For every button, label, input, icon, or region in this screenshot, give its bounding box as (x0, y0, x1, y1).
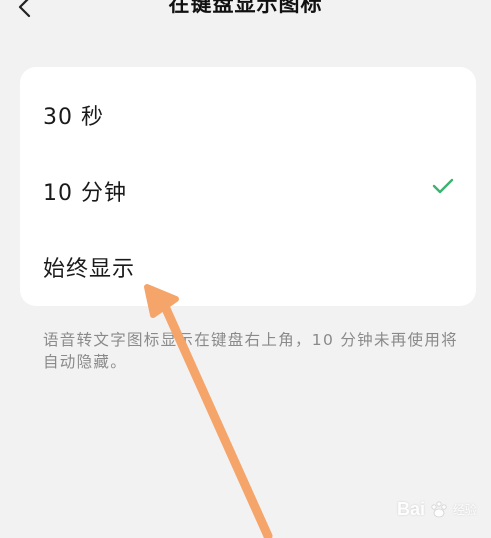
options-card: 30 秒 10 分钟 始终显示 (20, 67, 476, 306)
description-text: 语音转文字图标显示在键盘右上角，10 分钟未再使用将自动隐藏。 (43, 331, 458, 371)
option-label: 30 秒 (43, 105, 104, 130)
option-30-seconds[interactable]: 30 秒 (20, 75, 476, 151)
watermark: Bai 经验 (397, 499, 477, 520)
paw-icon (431, 500, 447, 517)
option-always-show[interactable]: 始终显示 (20, 227, 476, 303)
watermark-sub: 经验 (452, 503, 477, 517)
option-10-minutes[interactable]: 10 分钟 (20, 151, 476, 227)
option-label: 10 分钟 (43, 181, 127, 206)
check-icon (432, 178, 454, 194)
page-title: 在键盘显示图标 (168, 0, 323, 16)
watermark-brand: Bai (396, 499, 425, 519)
header-bar: 在键盘显示图标 (0, 0, 491, 28)
option-label: 始终显示 (43, 257, 136, 282)
